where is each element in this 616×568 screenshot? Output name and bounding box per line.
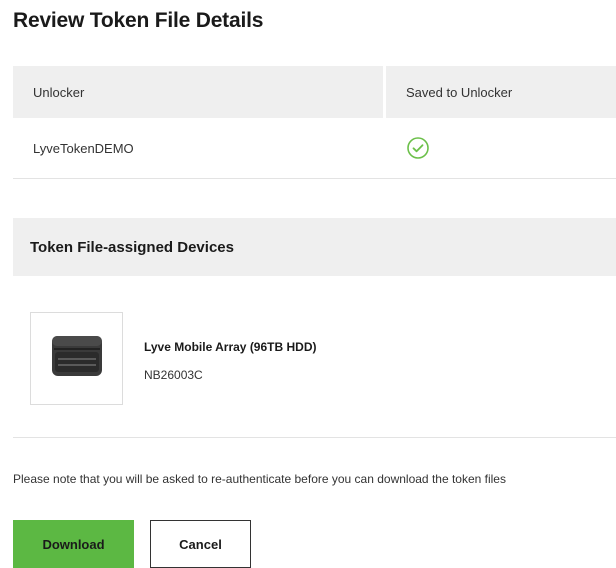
cancel-button[interactable]: Cancel (150, 520, 251, 568)
table-row: LyveTokenDEMO (13, 118, 616, 179)
devices-section-header: Token File-assigned Devices (13, 218, 616, 276)
device-serial-number: NB26003C (144, 368, 203, 382)
column-header-saved-to-unlocker: Saved to Unlocker (386, 66, 616, 118)
column-header-unlocker: Unlocker (13, 66, 383, 118)
unlocker-name-cell: LyveTokenDEMO (33, 140, 134, 156)
check-circle-icon (406, 136, 430, 160)
device-list-item: Lyve Mobile Array (96TB HDD) NB26003C (13, 298, 616, 438)
saved-status-cell (386, 118, 616, 178)
device-name: Lyve Mobile Array (96TB HDD) (144, 340, 317, 354)
storage-array-icon (49, 332, 105, 385)
reauth-note: Please note that you will be asked to re… (13, 472, 506, 486)
page-title: Review Token File Details (13, 9, 264, 32)
unlocker-table: Unlocker Saved to Unlocker LyveTokenDEMO (13, 66, 616, 179)
table-header: Unlocker Saved to Unlocker (13, 66, 616, 118)
download-button[interactable]: Download (13, 520, 134, 568)
device-thumbnail (30, 312, 123, 405)
